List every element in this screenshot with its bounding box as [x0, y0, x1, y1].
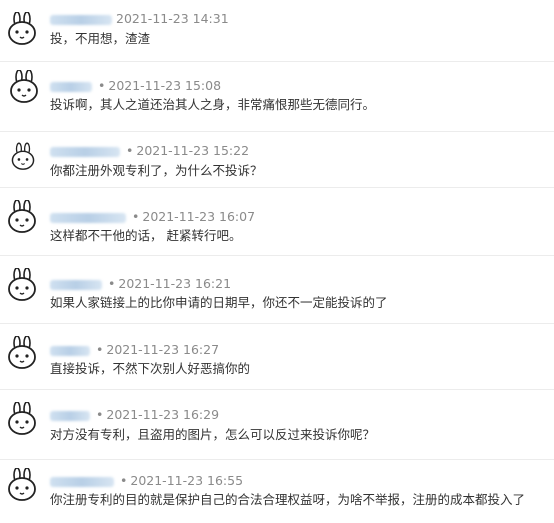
timestamp: 2021-11-23 16:07 — [142, 209, 256, 224]
bunny-avatar-icon[interactable] — [6, 336, 38, 370]
comment-item: • 2021-11-23 16:29 对方没有专利，且盗用的图片，怎么可以反过来投… — [0, 390, 554, 460]
bunny-avatar-icon[interactable] — [6, 200, 38, 234]
timestamp: 2021-11-23 14:31 — [116, 11, 229, 26]
comment-item: • 2021-11-23 16:21 如果人家链接上的比你申请的日期早，你还不一定… — [0, 256, 554, 324]
comment-meta: • 2021-11-23 15:08 — [50, 78, 221, 94]
bunny-avatar-icon[interactable] — [10, 142, 36, 172]
comment-text: 直接投诉，不然下次别人好恶搞你的 — [50, 361, 251, 376]
comment-text: 这样都不干他的话， 赶紧转行吧。 — [50, 228, 242, 243]
username-blurred[interactable] — [50, 410, 90, 421]
comment-text: 投，不用想，渣渣 — [50, 31, 151, 46]
username-blurred[interactable] — [50, 476, 114, 487]
comment-meta: • 2021-11-23 15:22 — [50, 143, 249, 159]
comment-list: 2021-11-23 14:31 投，不用想，渣渣 • 2021-11-23 15… — [0, 0, 554, 523]
separator-dot: • — [98, 78, 106, 93]
timestamp: 2021-11-23 16:21 — [118, 276, 232, 291]
comment-item: • 2021-11-23 15:08 投诉啊，其人之道还治其人之身，非常痛恨那些无… — [0, 62, 554, 132]
username-blurred[interactable] — [50, 345, 90, 356]
bunny-avatar-icon[interactable] — [6, 402, 38, 436]
username-blurred[interactable] — [50, 14, 112, 25]
comment-item: • 2021-11-23 16:27 直接投诉，不然下次别人好恶搞你的 — [0, 324, 554, 390]
comment-item: 2021-11-23 14:31 投，不用想，渣渣 — [0, 0, 554, 62]
username-blurred[interactable] — [50, 279, 102, 290]
comment-item: • 2021-11-23 16:07 这样都不干他的话， 赶紧转行吧。 — [0, 188, 554, 256]
separator-dot: • — [120, 473, 128, 488]
comment-meta: • 2021-11-23 16:07 — [50, 209, 255, 225]
timestamp: 2021-11-23 16:29 — [106, 407, 220, 422]
username-blurred[interactable] — [50, 212, 126, 223]
comment-meta: • 2021-11-23 16:21 — [50, 276, 231, 292]
timestamp: 2021-11-23 15:08 — [108, 78, 222, 93]
separator-dot: • — [132, 209, 140, 224]
comment-meta: • 2021-11-23 16:27 — [50, 342, 219, 358]
bunny-avatar-icon[interactable] — [8, 70, 40, 104]
comment-text: 对方没有专利，且盗用的图片，怎么可以反过来投诉你呢？ — [50, 427, 376, 442]
bunny-avatar-icon[interactable] — [6, 12, 38, 46]
timestamp: 2021-11-23 16:27 — [106, 342, 220, 357]
comment-text: 你注册专利的目的就是保护自己的合法合理权益呀，为啥不举报，注册的成本都投入了 — [50, 492, 526, 507]
username-blurred[interactable] — [50, 81, 92, 92]
comment-meta: • 2021-11-23 16:29 — [50, 407, 219, 423]
separator-dot: • — [126, 143, 134, 158]
bunny-avatar-icon[interactable] — [6, 468, 38, 502]
comment-item: • 2021-11-23 15:22 你都注册外观专利了，为什么不投诉？ — [0, 132, 554, 188]
timestamp: 2021-11-23 16:55 — [130, 473, 244, 488]
separator-dot: • — [96, 342, 104, 357]
timestamp: 2021-11-23 15:22 — [136, 143, 250, 158]
comment-text: 投诉啊，其人之道还治其人之身，非常痛恨那些无德同行。 — [50, 97, 376, 112]
bunny-avatar-icon[interactable] — [6, 268, 38, 302]
separator-dot: • — [108, 276, 116, 291]
separator-dot: • — [96, 407, 104, 422]
comment-text: 如果人家链接上的比你申请的日期早，你还不一定能投诉的了 — [50, 295, 388, 310]
comment-meta: • 2021-11-23 16:55 — [50, 473, 243, 489]
comment-text: 你都注册外观专利了，为什么不投诉？ — [50, 163, 263, 178]
username-blurred[interactable] — [50, 146, 120, 157]
comment-meta: 2021-11-23 14:31 — [50, 11, 229, 27]
comment-item: • 2021-11-23 16:55 你注册专利的目的就是保护自己的合法合理权益呀… — [0, 460, 554, 523]
